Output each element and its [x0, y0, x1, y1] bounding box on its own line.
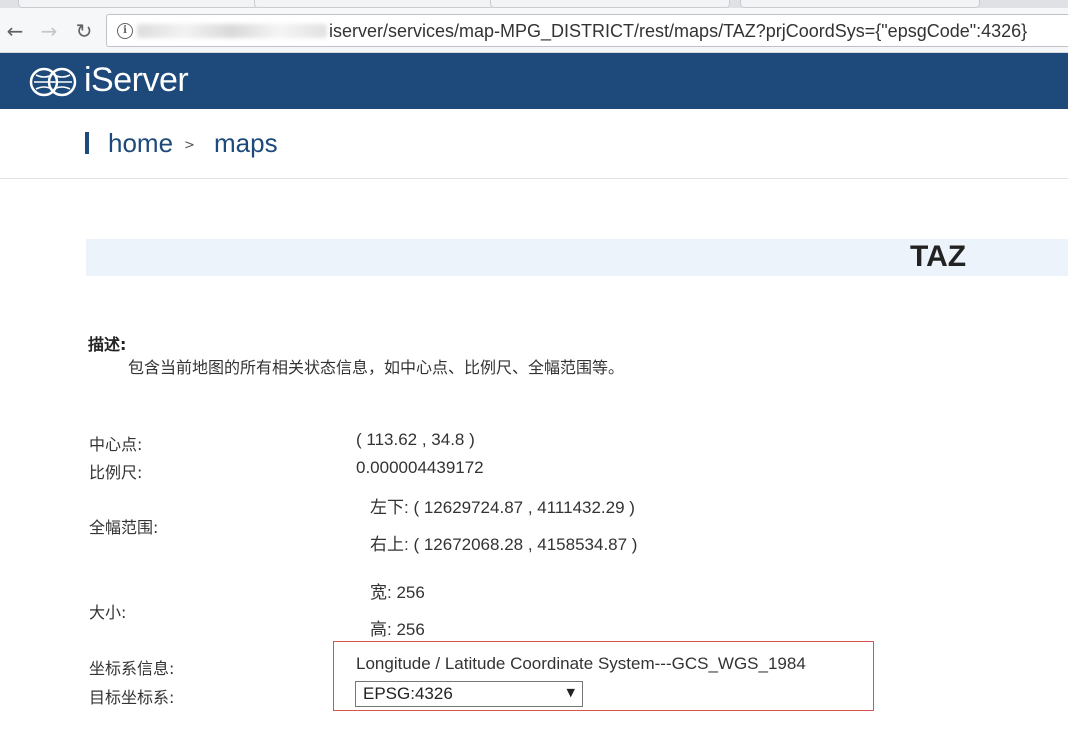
center-label: 中心点:	[89, 435, 143, 454]
breadcrumb-marker	[85, 132, 89, 154]
browser-tab[interactable]	[254, 0, 494, 8]
url-path: iserver/services/map-MPG_DISTRICT/rest/m…	[329, 21, 1028, 41]
coord-sys-label: 坐标系信息:	[89, 659, 175, 678]
breadcrumb-home-link[interactable]: home	[108, 128, 173, 159]
bounds-label: 全幅范围:	[89, 518, 159, 537]
bounds-upper-right: 右上: ( 12672068.28 , 4158534.87 )	[370, 535, 638, 554]
browser-toolbar: ← → ↻ i iserver/services/map-MPG_DISTRIC…	[0, 8, 1068, 53]
forward-icon[interactable]: →	[38, 20, 60, 42]
target-cs-select[interactable]: EPSG:4326 ▼	[355, 681, 583, 707]
breadcrumb-separator: >	[184, 138, 195, 153]
size-width: 宽: 256	[370, 583, 425, 602]
back-icon[interactable]: ←	[4, 20, 26, 42]
scale-label: 比例尺:	[89, 463, 143, 482]
redacted-host	[137, 24, 327, 38]
divider	[0, 178, 1068, 179]
breadcrumb-maps-link[interactable]: maps	[214, 128, 278, 159]
coord-sys-value: Longitude / Latitude Coordinate System--…	[356, 654, 806, 673]
info-icon[interactable]: i	[117, 23, 133, 39]
header-banner: iServer	[0, 53, 1068, 109]
browser-tab[interactable]	[18, 0, 258, 8]
size-label: 大小:	[89, 603, 127, 622]
center-value: ( 113.62 , 34.8 )	[356, 430, 475, 449]
size-height: 高: 256	[370, 620, 425, 639]
target-cs-label: 目标坐标系:	[89, 688, 175, 707]
page-title: TAZ	[910, 240, 967, 273]
target-cs-selected: EPSG:4326	[363, 684, 453, 703]
browser-tab[interactable]	[740, 0, 980, 8]
scale-value: 0.000004439172	[356, 458, 484, 477]
address-bar[interactable]: i iserver/services/map-MPG_DISTRICT/rest…	[106, 14, 1068, 47]
brand-name: iServer	[84, 61, 189, 99]
bounds-lower-left: 左下: ( 12629724.87 , 4111432.29 )	[370, 498, 635, 517]
globe-logo-icon	[29, 67, 77, 97]
dropdown-arrow-icon: ▼	[566, 686, 575, 699]
reload-icon[interactable]: ↻	[73, 20, 95, 42]
browser-tab-strip	[0, 0, 1068, 8]
description-text: 包含当前地图的所有相关状态信息，如中心点、比例尺、全幅范围等。	[128, 358, 625, 377]
browser-tab[interactable]	[490, 0, 730, 8]
description-label: 描述:	[88, 335, 127, 354]
